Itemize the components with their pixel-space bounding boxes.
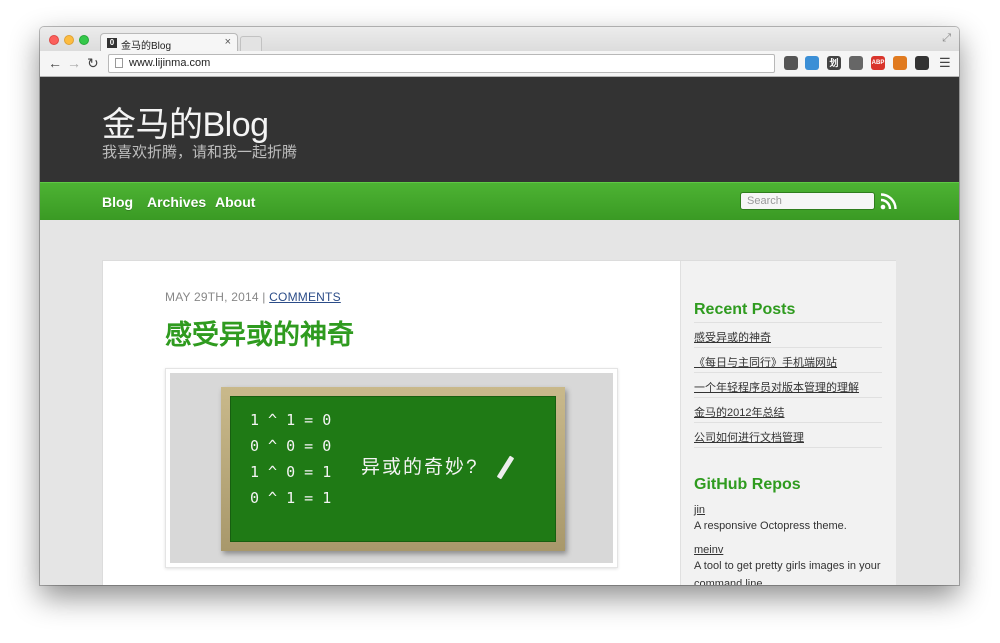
recent-post-link[interactable]: 公司如何进行文档管理 (694, 423, 882, 445)
page-icon (115, 58, 123, 68)
chalk-caption: 异或的奇妙? (361, 457, 479, 478)
list-item: 金马的2012年总结 (694, 397, 882, 422)
adblock-icon[interactable]: ABP (871, 56, 885, 70)
color-picker-icon[interactable] (893, 56, 907, 70)
address-text: www.lijinma.com (129, 57, 211, 69)
menu-icon[interactable]: ☰ (939, 55, 951, 71)
list-item: 一个年轻程序员对版本管理的理解 (694, 372, 882, 397)
close-tab-icon[interactable]: × (225, 36, 231, 48)
nav-archives[interactable]: Archives (147, 194, 206, 210)
title-bar: 0 金马的Blog × ⤢ (40, 27, 959, 52)
nav-blog[interactable]: Blog (102, 194, 133, 210)
content-area: MAY 29TH, 2014 | COMMENTS 感受异或的神奇 1 ^ 1 … (102, 260, 896, 585)
recent-post-link[interactable]: 感受异或的神奇 (694, 323, 882, 345)
repo-item: meinv A tool to get pretty girls images … (694, 544, 884, 585)
chalk-line: 1 ^ 0 = 1 (250, 463, 332, 481)
image-background: 1 ^ 1 = 0 0 ^ 0 = 0 1 ^ 0 = 1 0 ^ 1 = 1 … (170, 373, 613, 563)
reload-icon[interactable]: ↻ (87, 55, 99, 71)
chalk-line: 0 ^ 0 = 0 (250, 437, 332, 455)
list-item: 公司如何进行文档管理 (694, 422, 882, 448)
list-item: 感受异或的神奇 (694, 322, 882, 347)
recent-posts-list: 感受异或的神奇 《每日与主同行》手机端网站 一个年轻程序员对版本管理的理解 金马… (694, 322, 882, 448)
close-window-button[interactable] (49, 35, 59, 45)
chalk-line: 1 ^ 1 = 0 (250, 411, 332, 429)
repo-item: jin A responsive Octopress theme. (694, 504, 884, 534)
minimize-window-button[interactable] (64, 35, 74, 45)
dictionary-icon[interactable]: 划 (827, 56, 841, 70)
repo-link[interactable]: jin (694, 504, 884, 516)
tab-title: 金马的Blog (121, 41, 172, 52)
new-tab-button[interactable] (240, 36, 262, 51)
screenshot-icon[interactable] (849, 56, 863, 70)
rss-icon[interactable] (880, 193, 897, 210)
browser-toolbar: ← → ↻ www.lijinma.com 划 ABP ☰ (40, 51, 959, 77)
forward-arrow-icon[interactable]: → (67, 55, 81, 71)
post-article: MAY 29TH, 2014 | COMMENTS 感受异或的神奇 1 ^ 1 … (103, 261, 680, 585)
list-item: 《每日与主同行》手机端网站 (694, 347, 882, 372)
recent-post-link[interactable]: 《每日与主同行》手机端网站 (694, 348, 882, 370)
maximize-window-button[interactable] (79, 35, 89, 45)
recent-posts-heading: Recent Posts (694, 301, 796, 318)
chalk-stick (496, 455, 515, 480)
page-translate-icon[interactable] (805, 56, 819, 70)
repo-description: A responsive Octopress theme. (694, 520, 847, 532)
recent-post-link[interactable]: 金马的2012年总结 (694, 398, 882, 420)
main-nav: Blog Archives About (40, 182, 959, 220)
chalkboard-frame: 1 ^ 1 = 0 0 ^ 0 = 0 1 ^ 0 = 1 0 ^ 1 = 1 … (221, 387, 565, 551)
favicon-icon: 0 (107, 38, 117, 48)
site-subtitle: 我喜欢折腾，请和我一起折腾 (102, 144, 298, 161)
repo-link[interactable]: meinv (694, 544, 884, 556)
repo-description: A tool to get pretty girls images in you… (694, 560, 881, 585)
browser-tab[interactable]: 0 金马的Blog × (100, 33, 238, 52)
post-image: 1 ^ 1 = 0 0 ^ 0 = 0 1 ^ 0 = 1 0 ^ 1 = 1 … (165, 368, 618, 568)
chalk-line: 0 ^ 1 = 1 (250, 489, 332, 507)
nav-about[interactable]: About (215, 194, 255, 210)
github-repos-heading: GitHub Repos (694, 476, 801, 493)
sidebar: Recent Posts 感受异或的神奇 《每日与主同行》手机端网站 一个年轻程… (680, 261, 896, 585)
recent-post-link[interactable]: 一个年轻程序员对版本管理的理解 (694, 373, 882, 395)
browser-window: 0 金马的Blog × ⤢ ← → ↻ www.lijinma.com 划 ABP… (40, 27, 959, 585)
site-header: 金马的Blog 我喜欢折腾，请和我一起折腾 (40, 77, 959, 182)
back-arrow-icon[interactable]: ← (48, 55, 62, 71)
clock-icon[interactable] (915, 56, 929, 70)
page-viewport: 金马的Blog 我喜欢折腾，请和我一起折腾 Blog Archives Abou… (40, 77, 959, 585)
post-meta: MAY 29TH, 2014 | COMMENTS (165, 290, 341, 304)
fullscreen-icon[interactable]: ⤢ (942, 32, 951, 45)
search-input[interactable] (740, 192, 875, 210)
chalkboard: 1 ^ 1 = 0 0 ^ 0 = 0 1 ^ 0 = 1 0 ^ 1 = 1 … (230, 396, 556, 542)
comments-link[interactable]: COMMENTS (269, 290, 341, 304)
site-title[interactable]: 金马的Blog (102, 97, 269, 146)
pocket-icon[interactable] (784, 56, 798, 70)
post-date: MAY 29TH, 2014 (165, 290, 259, 304)
post-title[interactable]: 感受异或的神奇 (165, 313, 354, 352)
address-bar[interactable]: www.lijinma.com (108, 54, 775, 73)
meta-separator: | (262, 290, 266, 304)
